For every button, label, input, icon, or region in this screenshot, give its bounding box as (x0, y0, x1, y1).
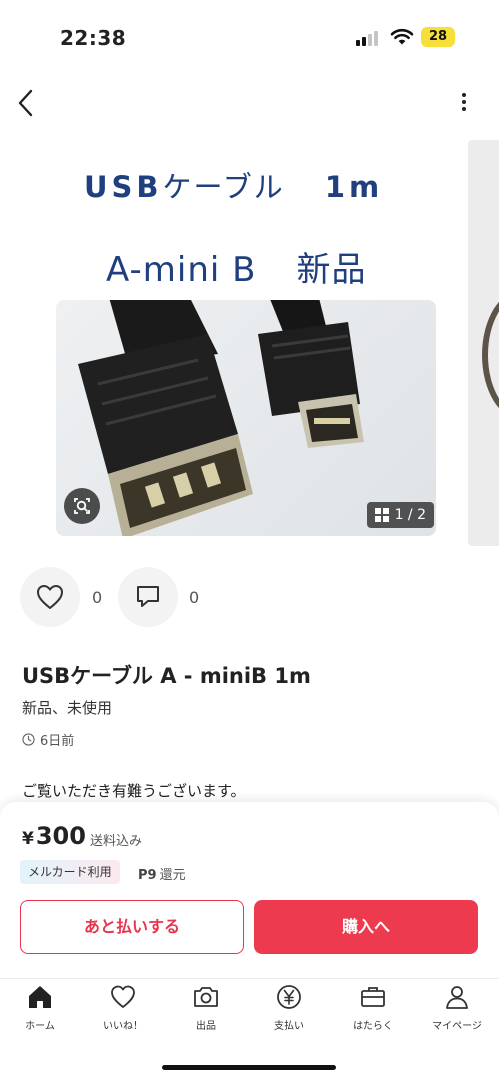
grid-icon (374, 508, 389, 522)
tab-likes[interactable]: いいね！ (83, 983, 163, 1035)
more-options-button[interactable] (452, 90, 476, 118)
tab-home-label: ホーム (25, 1021, 55, 1032)
wifi-icon (390, 28, 414, 45)
chevron-left-icon (18, 89, 33, 117)
image-text-cable: ケーブル (162, 170, 285, 204)
mini-b-plug-icon (258, 300, 364, 448)
currency-symbol: ¥ (22, 829, 34, 849)
comment-count: 0 (189, 588, 200, 607)
item-description: ご覧いただき有難うございます。 (22, 782, 246, 800)
price: ¥300 (22, 822, 86, 850)
tab-sell-label: 出品 (196, 1021, 216, 1032)
tab-home[interactable]: ホーム (0, 983, 80, 1035)
cellular-signal-icon (356, 30, 382, 46)
image-gallery[interactable]: USBケーブル 1m A-mini B 新品 1 / 2 (0, 138, 499, 548)
image-headline-line2: A-mini B 新品 (106, 242, 366, 291)
points-label: 還元 (159, 868, 186, 883)
buy-button[interactable]: 購入へ (254, 900, 478, 954)
heart-icon (111, 985, 135, 1008)
clock-icon (22, 733, 35, 746)
tab-payment-label: 支払い (274, 1021, 304, 1032)
home-icon (29, 986, 51, 1008)
gallery-slide-1[interactable]: USBケーブル 1m A-mini B 新品 1 / 2 (0, 138, 460, 548)
person-icon (446, 986, 468, 1009)
back-button[interactable] (10, 86, 44, 120)
product-photo: 1 / 2 (56, 300, 436, 536)
tab-sell[interactable]: 出品 (166, 983, 246, 1035)
shipping-info: 送料込み (90, 834, 143, 849)
more-dots-icon (462, 93, 466, 97)
image-counter-text: 1 / 2 (394, 507, 426, 523)
item-title: USBケーブル A - miniB 1m (22, 664, 311, 688)
battery-level: 28 (421, 27, 455, 47)
bottom-tab-bar: ホーム いいね！ 出品 支払い はたらく マイページ (0, 978, 499, 1080)
image-headline-line1: USBケーブル 1m (84, 164, 383, 206)
image-text-usb: USB (84, 170, 163, 204)
points-value: P9 (138, 868, 157, 883)
camera-icon (194, 987, 218, 1007)
price-value: 300 (35, 822, 86, 850)
image-text-length: 1m (324, 170, 384, 204)
pay-later-button[interactable]: あと払いする (20, 900, 244, 954)
image-text-model: A-mini B (106, 250, 257, 290)
posted-time: 6日前 (22, 730, 74, 749)
like-button[interactable] (20, 567, 80, 627)
briefcase-icon (361, 987, 385, 1007)
status-time: 22:38 (60, 26, 127, 50)
like-count: 0 (92, 588, 103, 607)
status-bar: 22:38 28 (0, 0, 499, 74)
tab-mypage-label: マイページ (432, 1021, 482, 1032)
points-reward: P9 還元 (138, 864, 186, 883)
gallery-slide-2-preview[interactable] (468, 140, 499, 546)
zoom-icon (74, 498, 90, 514)
merucard-badge: メルカード利用 (20, 860, 120, 884)
heart-icon (37, 585, 63, 609)
tab-payment[interactable]: 支払い (249, 983, 329, 1035)
image-counter[interactable]: 1 / 2 (366, 502, 434, 528)
comment-button[interactable] (118, 567, 178, 627)
purchase-panel: ¥300 送料込み メルカード利用 P9 還元 あと払いする 購入へ (0, 802, 499, 978)
tab-work[interactable]: はたらく (333, 983, 413, 1035)
posted-time-text: 6日前 (40, 734, 75, 749)
item-condition: 新品、未使用 (22, 699, 113, 717)
home-indicator (162, 1065, 336, 1070)
comment-icon (137, 586, 159, 607)
image-text-new: 新品 (296, 250, 367, 290)
tab-mypage[interactable]: マイページ (417, 983, 497, 1035)
yen-icon (277, 985, 301, 1009)
tab-work-label: はたらく (353, 1021, 393, 1032)
zoom-button[interactable] (64, 488, 100, 524)
tab-likes-label: いいね！ (103, 1021, 143, 1032)
